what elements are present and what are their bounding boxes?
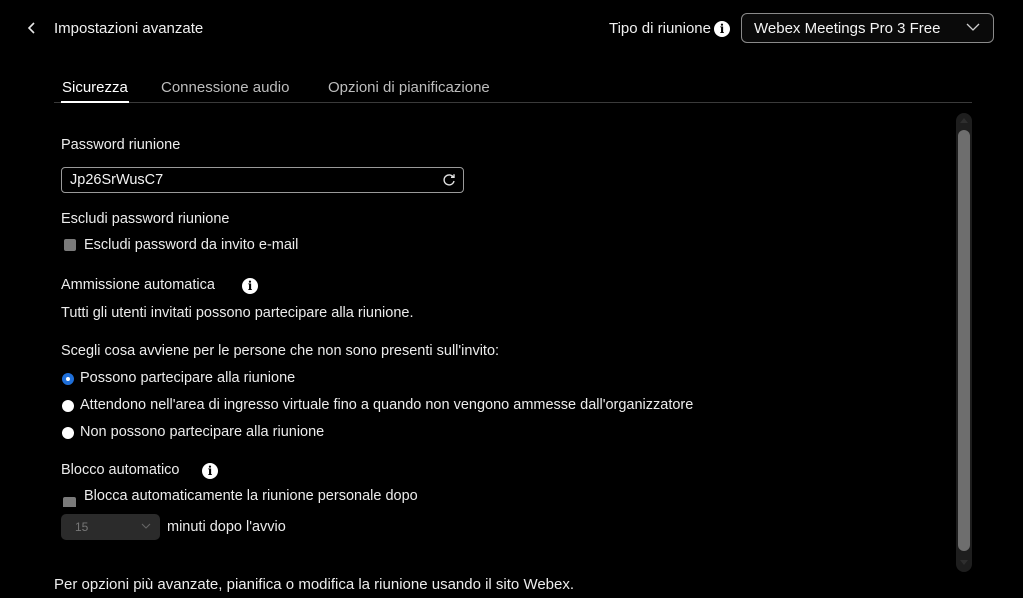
auto-lock-minutes-value: 15 (75, 520, 89, 534)
radio-wait-lobby[interactable] (62, 400, 74, 412)
password-input[interactable]: Jp26SrWusC7 (61, 167, 464, 193)
auto-lock-checkbox[interactable] (63, 497, 76, 507)
chevron-down-icon (966, 23, 980, 31)
info-icon[interactable]: i (242, 278, 258, 294)
radio-wait-lobby-label[interactable]: Attendono nell'area di ingresso virtuale… (80, 397, 693, 413)
password-label: Password riunione (61, 137, 181, 153)
exclude-password-checkbox-label[interactable]: Escludi password da invito e-mail (84, 237, 298, 253)
page-title: Impostazioni avanzate (54, 20, 204, 37)
auto-lock-minutes-dropdown[interactable]: 15 (61, 514, 160, 540)
meeting-type-label: Tipo di riunione (608, 20, 711, 37)
radio-cannot-join-label[interactable]: Non possono partecipare alla riunione (80, 424, 324, 440)
auto-lock-checkbox-label[interactable]: Blocca automaticamente la riunione perso… (84, 488, 418, 504)
auto-admit-text: Tutti gli utenti invitati possono partec… (61, 305, 414, 321)
radio-cannot-join[interactable] (62, 427, 74, 439)
scroll-down-arrow-icon[interactable] (960, 560, 968, 566)
auto-lock-minutes-suffix: minuti dopo l'avvio (167, 519, 286, 535)
meeting-type-dropdown[interactable]: Webex Meetings Pro 3 Free (741, 13, 994, 43)
refresh-icon[interactable] (441, 172, 457, 188)
radio-can-join[interactable] (62, 373, 74, 385)
auto-lock-heading: Blocco automatico (61, 462, 180, 478)
meeting-type-value: Webex Meetings Pro 3 Free (754, 19, 941, 37)
chevron-left-icon[interactable] (22, 18, 42, 38)
scrollbar-thumb[interactable] (958, 130, 970, 551)
chevron-down-icon (141, 523, 151, 529)
info-icon[interactable]: i (714, 21, 730, 37)
exclude-password-heading: Escludi password riunione (61, 211, 230, 227)
tab-audio-connection[interactable]: Connessione audio (161, 79, 289, 103)
footer-text: Per opzioni più avanzate, pianifica o mo… (54, 576, 575, 593)
tab-bar: Sicurezza Connessione audio Opzioni di p… (54, 76, 972, 103)
exclude-password-checkbox[interactable] (64, 239, 76, 251)
info-icon[interactable]: i (202, 463, 218, 479)
tab-scheduling-options[interactable]: Opzioni di pianificazione (328, 79, 490, 103)
uninvited-question: Scegli cosa avviene per le persone che n… (61, 343, 500, 359)
scroll-up-arrow-icon[interactable] (960, 117, 968, 123)
auto-admit-heading: Ammissione automatica (61, 277, 215, 293)
radio-can-join-label[interactable]: Possono partecipare alla riunione (80, 370, 295, 386)
top-bar: Impostazioni avanzate Tipo di riunione i… (0, 0, 1023, 60)
tab-security[interactable]: Sicurezza (61, 79, 129, 103)
